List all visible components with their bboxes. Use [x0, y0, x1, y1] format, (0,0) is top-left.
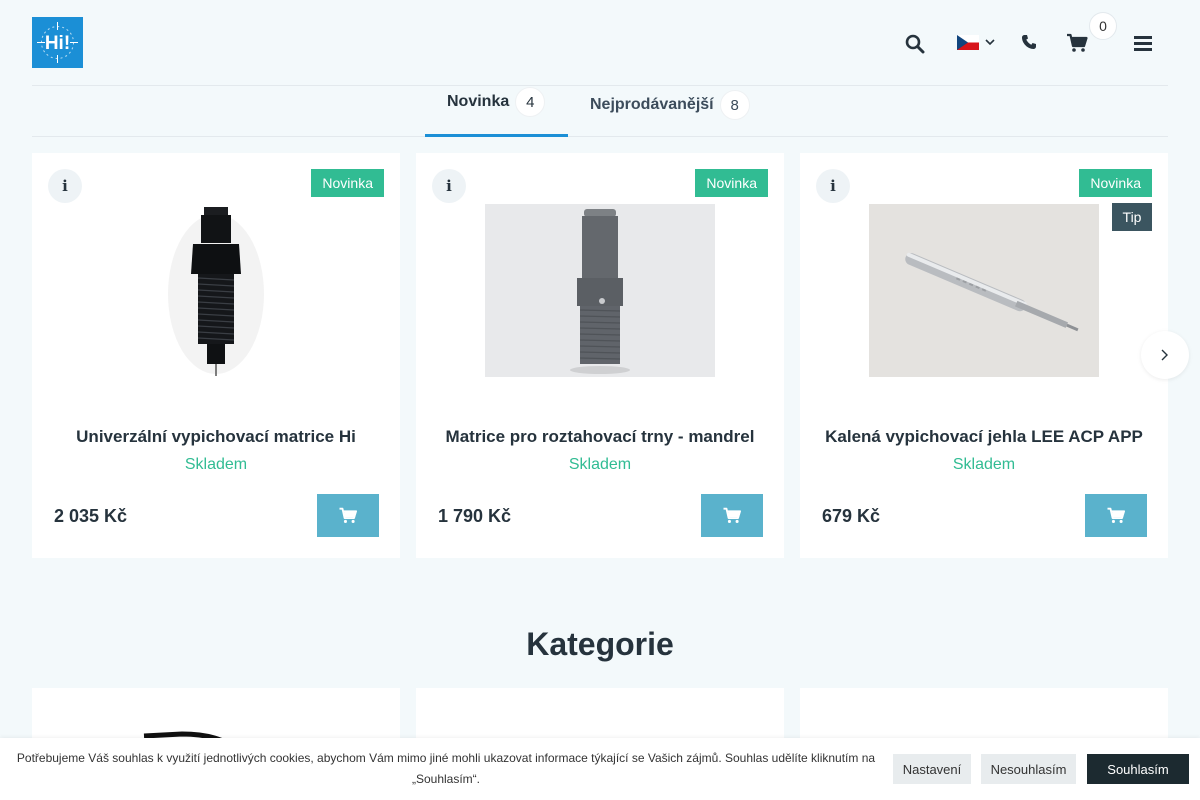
product-name[interactable]: Matrice pro roztahovací trny - mandrel [416, 427, 784, 447]
add-to-cart-button[interactable] [701, 494, 763, 537]
tab-nejprodavanejsi[interactable]: Nejprodávanější 8 [590, 86, 750, 137]
tip-flag-badge: Tip [1112, 203, 1152, 231]
product-price: 1 790 Kč [438, 506, 512, 526]
product-card[interactable]: i Novinka Tip Kalená vypichovací jehla L… [800, 153, 1168, 558]
product-image[interactable] [869, 204, 1099, 377]
section-title: Kategorie [526, 626, 674, 662]
info-icon[interactable]: i [48, 169, 82, 203]
cart-icon [723, 507, 742, 523]
stock-status: Skladem [952, 456, 1016, 473]
product-price: 679 Kč [822, 506, 881, 526]
site-header: Hi! 0 [32, 0, 1168, 86]
tab-label: Novinka [447, 93, 510, 110]
cookie-consent-bar: Potřebujeme Váš souhlas k využití jednot… [0, 738, 1200, 800]
svg-text:Hi!: Hi! [45, 33, 70, 54]
product-card[interactable]: i Novinka Matrice pro roztahovací trny -… [416, 153, 784, 558]
tab-novinka[interactable]: Novinka 4 [425, 86, 568, 137]
info-icon[interactable]: i [816, 169, 850, 203]
product-name[interactable]: Univerzální vypichovací matrice Hi [32, 427, 400, 447]
carousel-next-button[interactable] [1141, 331, 1189, 379]
product-tabs: Novinka 4 Nejprodávanější 8 [32, 86, 1168, 137]
tab-count-badge: 8 [719, 90, 750, 120]
cart-icon[interactable] [1066, 33, 1088, 53]
product-image[interactable] [485, 204, 715, 377]
menu-icon[interactable] [1134, 35, 1152, 51]
product-image[interactable] [101, 204, 331, 377]
tab-count-badge: 4 [515, 87, 546, 117]
add-to-cart-button[interactable] [1085, 494, 1147, 537]
cart-icon [339, 507, 358, 523]
product-name[interactable]: Kalená vypichovací jehla LEE ACP APP [800, 427, 1168, 447]
info-icon[interactable]: i [432, 169, 466, 203]
new-flag-badge: Novinka [695, 169, 768, 197]
cookie-text: Potřebujeme Váš souhlas k využití jednot… [16, 751, 876, 786]
product-price: 2 035 Kč [54, 506, 128, 526]
phone-icon[interactable] [1020, 33, 1038, 51]
search-icon[interactable] [904, 33, 926, 55]
logo[interactable]: Hi! [32, 17, 83, 68]
new-flag-badge: Novinka [1079, 169, 1152, 197]
add-to-cart-button[interactable] [317, 494, 379, 537]
new-flag-badge: Novinka [311, 169, 384, 197]
tab-label: Nejprodávanější [590, 96, 714, 113]
cookie-settings-button[interactable]: Nastavení [893, 754, 971, 784]
chevron-down-icon[interactable] [984, 35, 996, 49]
czech-flag-icon[interactable] [957, 35, 979, 50]
logo-icon: Hi! [37, 22, 78, 63]
cookie-accept-button[interactable]: Souhlasím [1087, 754, 1189, 784]
stock-status: Skladem [568, 456, 632, 473]
stock-status: Skladem [184, 456, 248, 473]
cart-icon [1107, 507, 1126, 523]
cookie-decline-button[interactable]: Nesouhlasím [981, 754, 1076, 784]
chevron-right-icon [1161, 349, 1168, 361]
cart-count-badge[interactable]: 0 [1089, 12, 1117, 40]
product-card[interactable]: i Novinka Univerzální vypichovací matric… [32, 153, 400, 558]
